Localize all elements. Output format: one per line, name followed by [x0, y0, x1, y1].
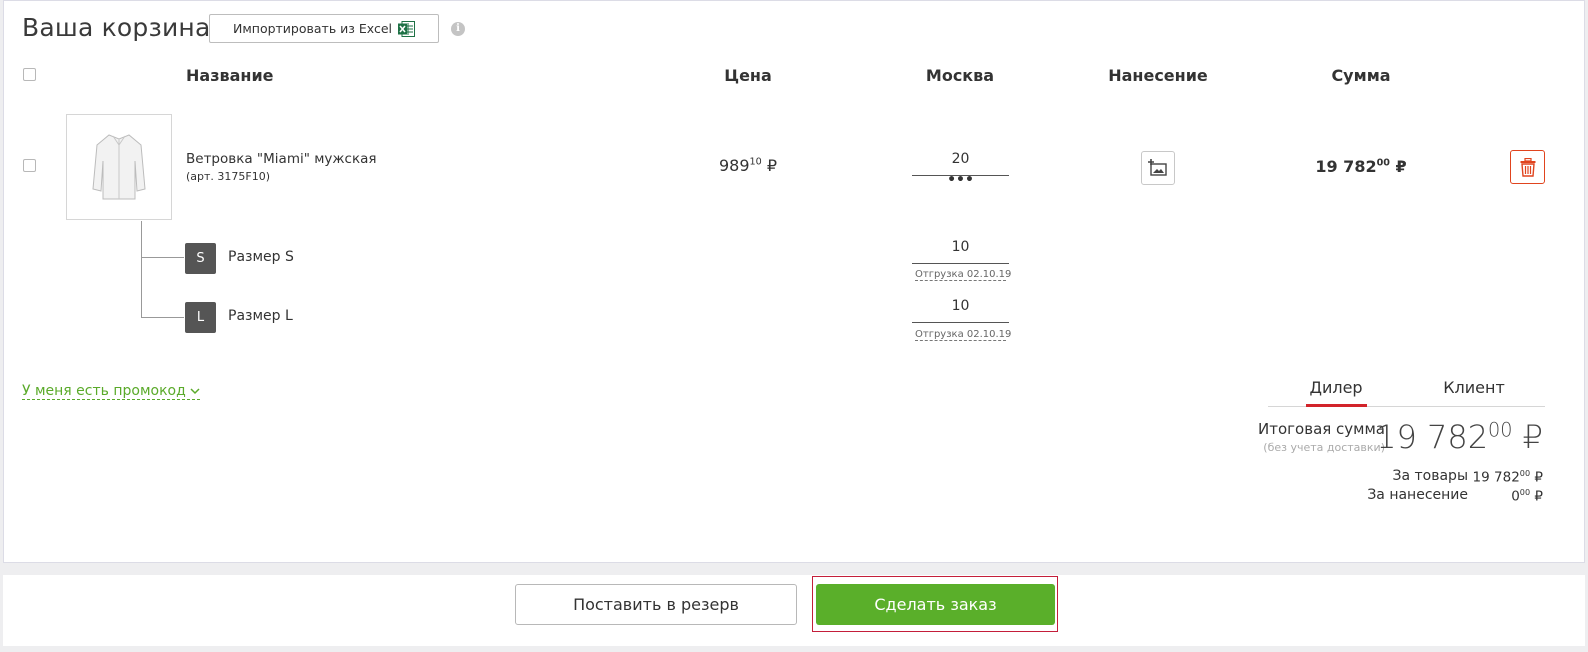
size-label-s: Размер S [228, 249, 294, 265]
print-cost-value: 000 ₽ [1511, 487, 1543, 505]
size-tree-line [141, 221, 184, 258]
product-article: (арт. 3175F10) [186, 170, 271, 183]
print-currency: ₽ [1534, 488, 1543, 505]
goods-main: 19 782 [1472, 469, 1520, 486]
total-main: 19 782 [1376, 418, 1489, 456]
add-print-icon [1148, 159, 1167, 176]
place-order-button[interactable]: Сделать заказ [816, 584, 1055, 625]
trash-icon [1520, 157, 1535, 177]
price-currency: ₽ [766, 156, 778, 175]
size-tree-line [141, 258, 184, 318]
reserve-button[interactable]: Поставить в резерв [515, 584, 797, 625]
tab-client[interactable]: Клиент [1443, 378, 1505, 397]
shipment-date-l[interactable]: Отгрузка 02.10.19 [915, 329, 1011, 341]
price-main: 989 [718, 156, 750, 175]
header-sum: Сумма [1331, 66, 1391, 85]
tab-dealer[interactable]: Дилер [1309, 378, 1362, 397]
total-currency: ₽ [1522, 418, 1543, 456]
jacket-image [92, 134, 146, 200]
total-cents: 00 [1488, 418, 1513, 442]
shipment-date-s[interactable]: Отгрузка 02.10.19 [915, 269, 1011, 281]
header-print: Нанесение [1108, 66, 1208, 85]
size-label-l: Размер L [228, 308, 293, 324]
select-all-checkbox[interactable] [23, 68, 36, 81]
item-checkbox[interactable] [23, 159, 36, 172]
goods-currency: ₽ [1534, 469, 1543, 486]
goods-label: За товары [1392, 468, 1469, 484]
import-excel-label: Импортировать из Excel [232, 21, 393, 36]
goods-cents: 00 [1519, 468, 1531, 478]
qty-more-button[interactable]: ••• [912, 173, 1009, 187]
sum-currency: ₽ [1395, 157, 1407, 176]
print-cents: 00 [1519, 487, 1531, 497]
print-cost-label: За нанесение [1367, 487, 1468, 503]
delete-item-button[interactable] [1510, 150, 1545, 184]
import-excel-button[interactable]: Импортировать из Excel [209, 14, 439, 43]
total-label: Итоговая сумма [1258, 420, 1385, 438]
total-value: 19 78200 ₽ [1376, 418, 1543, 456]
print-main: 0 [1511, 488, 1520, 505]
qty-size-s-input[interactable]: 10 [912, 239, 1009, 264]
header-name: Название [186, 66, 274, 85]
excel-icon [398, 20, 416, 37]
page-title: Ваша корзина [22, 13, 211, 42]
active-tab-indicator [1306, 404, 1367, 407]
info-icon[interactable]: i [451, 22, 465, 36]
total-note: (без учета доставки) [1263, 441, 1385, 454]
add-print-button[interactable] [1141, 151, 1175, 185]
size-badge-s: S [185, 243, 216, 274]
sum-cents: 00 [1376, 157, 1390, 169]
item-sum: 19 78200 ₽ [1315, 157, 1406, 176]
sum-main: 19 782 [1315, 157, 1377, 176]
promo-code-link[interactable]: У меня есть промокод [22, 383, 201, 400]
qty-size-l-input[interactable]: 10 [912, 298, 1009, 323]
goods-value: 19 78200 ₽ [1473, 468, 1543, 486]
item-price: 98910 ₽ [719, 156, 777, 175]
size-badge-l: L [185, 302, 216, 333]
promo-label: У меня есть промокод [22, 383, 186, 399]
header-city: Москва [925, 66, 995, 85]
product-name[interactable]: Ветровка "Miami" мужская [186, 151, 377, 167]
chevron-down-icon [190, 387, 200, 394]
header-price: Цена [724, 66, 772, 85]
product-image[interactable] [66, 114, 172, 220]
price-cents: 10 [749, 156, 762, 168]
